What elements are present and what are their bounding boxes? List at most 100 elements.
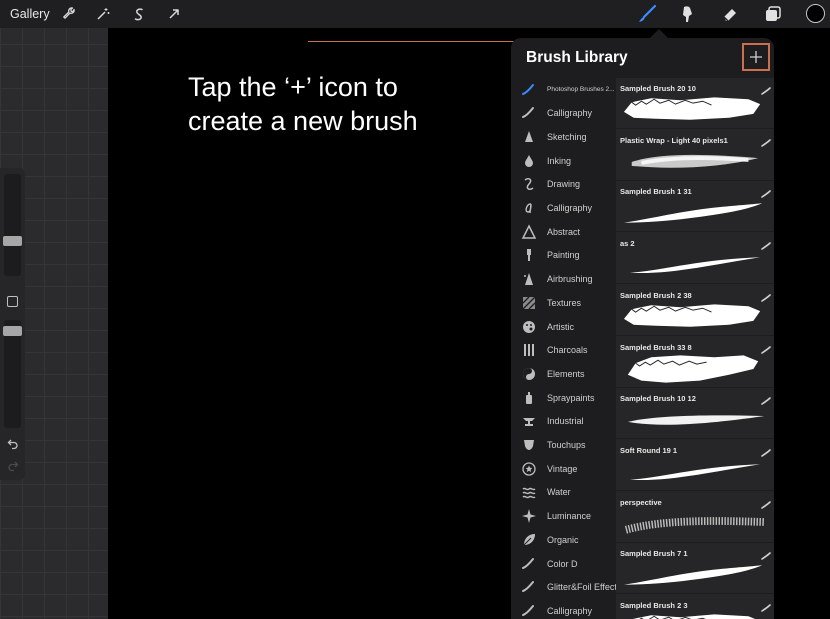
brush-item[interactable]: Sampled Brush 7 1 — [616, 543, 774, 595]
brush-list: Sampled Brush 20 10 Plastic Wrap - Light … — [616, 78, 774, 619]
opacity-handle[interactable] — [3, 326, 22, 336]
paintbrush-icon — [521, 247, 537, 263]
brush-item[interactable]: Sampled Brush 10 12 — [616, 388, 774, 440]
plus-icon — [750, 51, 762, 63]
triangle-icon — [521, 224, 537, 240]
brush-mini-stroke-icon — [761, 444, 771, 457]
panel-pointer — [650, 29, 668, 38]
category-label: Elements — [547, 368, 585, 379]
category-item[interactable]: Painting — [511, 244, 616, 267]
shield-icon — [521, 437, 537, 453]
category-item[interactable]: Drawing — [511, 173, 616, 196]
left-sidebar — [0, 168, 25, 480]
category-item[interactable]: Organic — [511, 528, 616, 551]
redo-icon[interactable] — [5, 460, 20, 474]
brush-mini-stroke-icon — [761, 289, 771, 302]
category-label: Airbrushing — [547, 274, 593, 285]
wrench-icon[interactable] — [60, 5, 78, 23]
category-item[interactable]: Abstract — [511, 220, 616, 243]
category-label: Touchups — [547, 440, 586, 450]
category-item[interactable]: Photoshop Brushes 2... — [511, 78, 616, 101]
brush-item[interactable]: Sampled Brush 2 3 — [616, 595, 774, 619]
brush-stroke-preview — [622, 609, 766, 619]
brush-mini-stroke-icon — [761, 496, 771, 509]
category-item[interactable]: Calligraphy — [511, 599, 616, 619]
category-item[interactable]: Water — [511, 481, 616, 504]
category-item[interactable]: Calligraphy — [511, 197, 616, 220]
brush-stroke-preview — [622, 402, 766, 436]
brush-icon[interactable] — [637, 4, 657, 24]
anvil-icon — [521, 413, 537, 429]
squiggle-icon — [521, 176, 537, 192]
add-brush-button[interactable] — [742, 43, 770, 71]
category-item[interactable]: Sketching — [511, 125, 616, 148]
brush-size-slider[interactable] — [3, 174, 22, 276]
modify-button[interactable] — [7, 296, 18, 307]
category-label: Sketching — [547, 131, 587, 142]
category-label: Photoshop Brushes 2... — [547, 86, 615, 93]
brush-item[interactable]: Sampled Brush 20 10 — [616, 78, 774, 129]
brush-item[interactable]: perspective — [616, 492, 774, 543]
brush-stroke-preview — [622, 144, 766, 178]
pencil-tip-icon — [521, 129, 537, 145]
category-label: Drawing — [547, 179, 581, 190]
brush-stroke-icon — [521, 105, 537, 121]
category-label: Color D — [547, 558, 578, 569]
palette-icon — [521, 319, 537, 335]
category-item[interactable]: Charcoals — [511, 339, 616, 362]
category-label: Painting — [547, 250, 580, 261]
spray-can-icon — [521, 390, 537, 406]
brush-stroke-icon — [521, 82, 537, 98]
category-item[interactable]: Color D — [511, 552, 616, 575]
category-label: Spraypaints — [547, 392, 595, 403]
brush-mini-stroke-icon — [761, 599, 771, 612]
brush-item[interactable]: Sampled Brush 1 31 — [616, 181, 774, 233]
sparkle-icon — [521, 508, 537, 524]
brush-stroke-icon — [521, 556, 537, 572]
category-label: Organic — [547, 534, 579, 545]
brush-item[interactable]: Sampled Brush 2 38 — [616, 285, 774, 336]
brush-mini-stroke-icon — [761, 237, 771, 250]
category-item[interactable]: Airbrushing — [511, 268, 616, 291]
category-label: Abstract — [547, 226, 581, 237]
brush-item[interactable]: as 2 — [616, 233, 774, 285]
category-item[interactable]: Touchups — [511, 434, 616, 457]
color-picker-button[interactable] — [806, 4, 825, 23]
brush-mini-stroke-icon — [761, 185, 771, 199]
brush-stroke-preview — [622, 506, 766, 540]
brush-mini-stroke-icon — [761, 392, 771, 405]
category-label: Luminance — [547, 511, 592, 522]
ink-drop-icon — [521, 153, 537, 169]
brush-mini-stroke-icon — [761, 134, 771, 147]
category-label: Vintage — [547, 463, 578, 474]
selection-icon[interactable] — [130, 5, 148, 23]
category-item[interactable]: Artistic — [511, 315, 616, 338]
smudge-icon[interactable] — [677, 4, 697, 24]
brush-item[interactable]: Sampled Brush 33 8 — [616, 337, 774, 388]
category-item[interactable]: Elements — [511, 362, 616, 385]
layers-icon[interactable] — [763, 4, 783, 24]
brush-mini-stroke-icon — [761, 341, 771, 354]
waves-icon — [521, 484, 537, 500]
brush-item[interactable]: Soft Round 19 1 — [616, 440, 774, 491]
category-item[interactable]: Calligraphy — [511, 102, 616, 125]
category-item[interactable]: Vintage — [511, 457, 616, 480]
eraser-icon[interactable] — [720, 4, 740, 24]
category-item[interactable]: Inking — [511, 149, 616, 172]
magic-wand-icon[interactable] — [94, 5, 112, 23]
opacity-slider[interactable] — [3, 320, 22, 428]
category-label: Calligraphy — [547, 203, 593, 213]
brush-item[interactable]: Plastic Wrap - Light 40 pixels1 — [616, 130, 774, 181]
brush-library-panel: Brush Library Photoshop Brushes 2... Call… — [511, 38, 774, 619]
category-item[interactable]: Spraypaints — [511, 386, 616, 409]
category-item[interactable]: Luminance — [511, 505, 616, 528]
brush-size-handle[interactable] — [3, 236, 22, 246]
category-item[interactable]: Textures — [511, 291, 616, 314]
transform-arrow-icon[interactable] — [165, 5, 183, 23]
category-item[interactable]: Industrial — [511, 410, 616, 433]
undo-icon[interactable] — [5, 438, 20, 452]
leaf-icon — [521, 532, 537, 548]
category-label: Charcoals — [547, 345, 588, 356]
gallery-button[interactable]: Gallery — [10, 7, 50, 21]
category-item[interactable]: Glitter&Foil Effects — [511, 576, 617, 599]
